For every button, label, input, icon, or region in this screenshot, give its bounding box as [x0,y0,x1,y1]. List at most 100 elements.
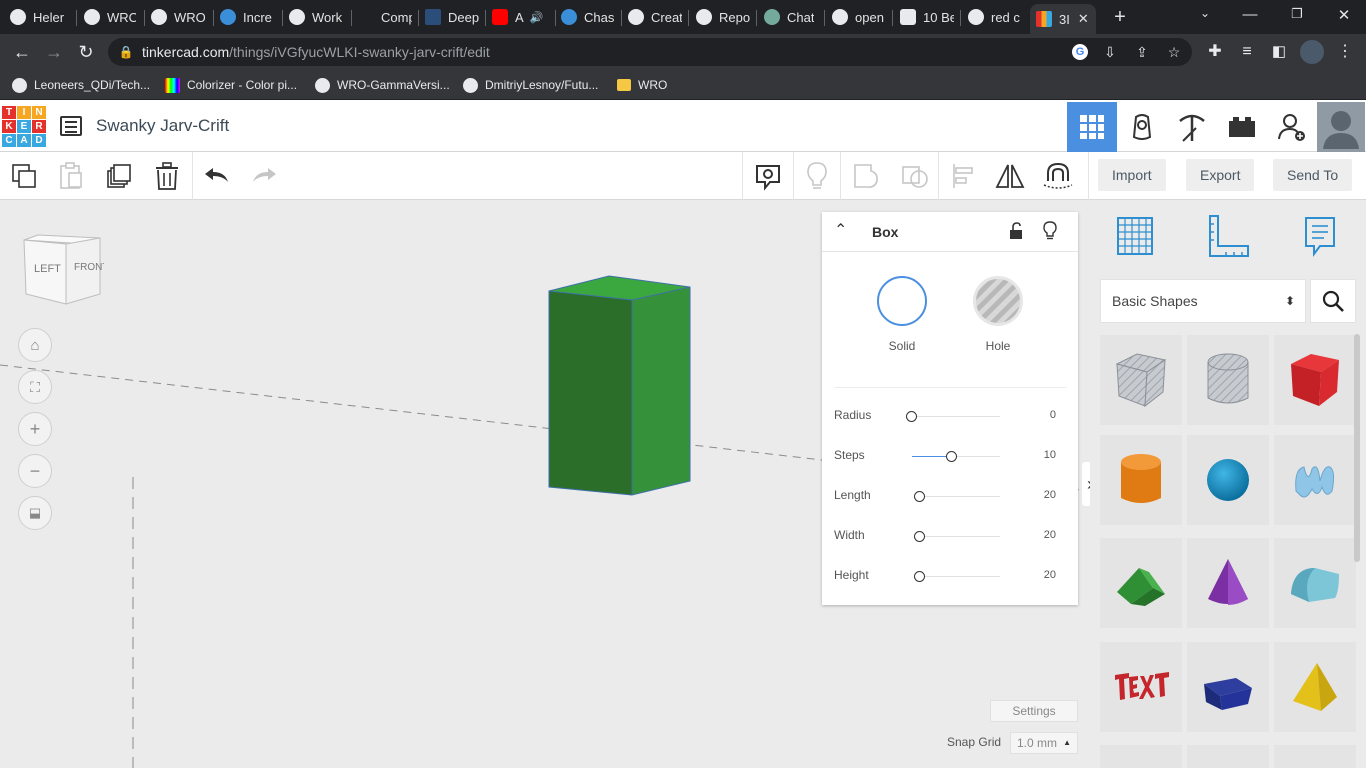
side-panel-icon[interactable]: ◧ [1268,41,1290,63]
height-value[interactable]: 20 [1032,569,1056,581]
steps-slider[interactable] [912,451,1000,462]
bookmark-item[interactable]: WRO-GammaVersi... [315,76,450,94]
home-view-button[interactable]: ⌂ [18,328,52,362]
import-button[interactable]: Import [1098,159,1166,191]
cone-shape[interactable] [1187,538,1269,628]
browser-tab[interactable]: Chasi [561,4,615,30]
bookmark-item[interactable]: Colorizer - Color pi... [165,76,297,94]
lock-icon[interactable]: 🔒 [118,44,134,60]
cylinder-shape[interactable] [1100,435,1182,525]
bookmark-folder[interactable]: WRO [617,76,667,94]
slider-knob[interactable] [914,571,925,582]
width-slider[interactable] [914,531,1000,542]
scribble-shape[interactable] [1274,435,1356,525]
browser-tab[interactable]: WRO [84,4,136,30]
ruler-tool-button[interactable] [1204,212,1252,260]
tab-search-icon[interactable]: ⌄ [1195,6,1215,20]
browser-tab[interactable]: Incre [220,4,274,30]
google-lens-icon[interactable]: G [1072,44,1088,60]
group-button[interactable] [848,158,884,194]
cruise-button[interactable] [1040,158,1076,194]
notes-tool-button[interactable] [1296,212,1344,260]
green-box-shape[interactable] [548,275,691,496]
show-all-button[interactable] [799,158,835,194]
round-roof-shape[interactable] [1274,538,1356,628]
unlock-icon[interactable] [1009,222,1023,240]
mirror-button[interactable] [992,158,1028,194]
radius-slider[interactable] [906,411,1000,422]
browser-tab[interactable]: Comp [358,4,412,30]
slider-knob[interactable] [945,451,957,462]
url-field[interactable]: 🔒 tinkercad.com/things/iVGfyucWLKI-swank… [108,38,1192,66]
pyramid-shape[interactable] [1274,642,1356,732]
browser-tab[interactable]: Repo [696,4,750,30]
share-icon[interactable]: ⇪ [1134,44,1150,60]
delete-button[interactable] [149,158,185,194]
browser-tab[interactable]: A 🔊 [492,4,550,30]
wedge-shape[interactable] [1187,642,1269,732]
height-slider[interactable] [914,571,1000,582]
browser-tab[interactable]: Work [289,4,343,30]
shape-tile[interactable] [1274,745,1356,768]
cylinder-hole-shape[interactable] [1187,335,1269,425]
chrome-menu-icon[interactable]: ⋮ [1334,41,1356,63]
new-tab-button[interactable]: + [1110,6,1130,29]
bookmark-item[interactable]: Leoneers_QDi/Tech... [12,76,150,94]
width-value[interactable]: 20 [1032,529,1056,541]
redo-button[interactable] [246,158,282,194]
undo-button[interactable] [199,158,235,194]
view-cube[interactable]: LEFT FRONT [20,232,108,308]
browser-tab[interactable]: Creat [628,4,682,30]
browser-tab[interactable]: red c [968,4,1022,30]
invite-button[interactable] [1267,102,1317,152]
length-value[interactable]: 20 [1032,489,1056,501]
box-hole-shape[interactable] [1100,335,1182,425]
export-button[interactable]: Export [1186,159,1255,191]
browser-tab[interactable]: Deep [425,4,479,30]
blocks-button[interactable] [1117,102,1167,152]
browser-tab[interactable]: open [832,4,886,30]
settings-button[interactable]: Settings [990,700,1078,722]
browser-tab-active[interactable]: 3I ✕ [1030,4,1096,34]
user-avatar[interactable] [1317,102,1365,152]
reload-button[interactable]: ↻ [75,41,97,63]
steps-value[interactable]: 10 [1032,449,1056,461]
browser-tab[interactable]: 10 Be [900,4,954,30]
shape-tile[interactable] [1100,745,1182,768]
ungroup-button[interactable] [897,158,933,194]
back-button[interactable]: ← [11,41,33,63]
minimize-button[interactable]: — [1240,6,1260,23]
length-slider[interactable] [914,491,1000,502]
sim-lab-button[interactable] [1217,102,1267,152]
bricks-button[interactable] [1167,102,1217,152]
send-to-button[interactable]: Send To [1273,159,1353,191]
install-icon[interactable]: ⇩ [1102,44,1118,60]
media-control-icon[interactable]: ≡ [1236,41,1258,63]
design-title[interactable]: Swanky Jarv-Crift [96,116,229,136]
collapse-chevron-icon[interactable]: ⌃ [834,220,847,240]
speaker-icon[interactable]: 🔊 [530,11,544,24]
text-shape[interactable] [1100,642,1182,732]
lightbulb-icon[interactable] [1043,221,1057,240]
tinkercad-logo[interactable]: T I N K E R C A D [2,106,46,148]
3d-design-view-button[interactable] [1067,102,1117,152]
radius-value[interactable]: 0 [1032,409,1056,421]
fit-view-button[interactable]: ⛶ [18,370,52,404]
shape-search-button[interactable] [1310,279,1356,323]
sphere-shape[interactable] [1187,435,1269,525]
solid-swatch[interactable] [877,276,927,326]
zoom-in-button[interactable]: + [18,412,52,446]
duplicate-button[interactable] [101,158,137,194]
extensions-icon[interactable]: ✚ [1204,41,1226,63]
snap-grid-select[interactable]: 1.0 mm ▲ [1010,732,1078,754]
hole-swatch[interactable] [973,276,1023,326]
zoom-out-button[interactable]: − [18,454,52,488]
shape-tile[interactable] [1187,745,1269,768]
shape-category-select[interactable]: Basic Shapes ⬍ [1100,279,1306,323]
browser-tab[interactable]: WRO [151,4,205,30]
ortho-view-button[interactable]: ⬓ [18,496,52,530]
slider-knob[interactable] [914,491,925,502]
solid-option[interactable]: Solid [876,276,928,353]
copy-button[interactable] [6,158,42,194]
workplane-tool-button[interactable] [1111,212,1159,260]
